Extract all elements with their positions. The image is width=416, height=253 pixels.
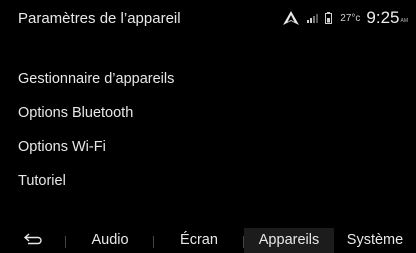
tab-systeme[interactable]: Système: [334, 228, 416, 253]
menu-item-tutorial[interactable]: Tutoriel: [0, 164, 416, 198]
back-button[interactable]: [0, 228, 66, 253]
tab-appareils[interactable]: Appareils: [244, 228, 334, 253]
header-bar: Paramètres de l’appareil 27°c 9:25 AM: [0, 0, 416, 36]
tab-ecran[interactable]: Écran: [154, 228, 244, 253]
menu-item-wifi-options[interactable]: Options Wi-Fi: [0, 130, 416, 164]
menu-item-device-manager[interactable]: Gestionnaire d’appareils: [0, 62, 416, 96]
signal-icon: [307, 14, 319, 23]
tab-audio[interactable]: Audio: [66, 228, 154, 253]
clock: 9:25: [366, 8, 400, 27]
clock-ampm: AM: [400, 18, 409, 24]
temperature-readout: 27°c: [340, 12, 361, 24]
navigation-icon: [283, 11, 300, 25]
page-title: Paramètres de l’appareil: [18, 10, 181, 27]
status-area: 27°c 9:25 AM: [283, 7, 408, 29]
back-arrow-icon: [23, 233, 42, 245]
settings-menu: Gestionnaire d’appareils Options Bluetoo…: [0, 62, 416, 198]
battery-icon: [325, 12, 333, 24]
bottom-tab-bar: Audio Écran Appareils Système: [0, 228, 416, 253]
menu-item-bluetooth-options[interactable]: Options Bluetooth: [0, 96, 416, 130]
